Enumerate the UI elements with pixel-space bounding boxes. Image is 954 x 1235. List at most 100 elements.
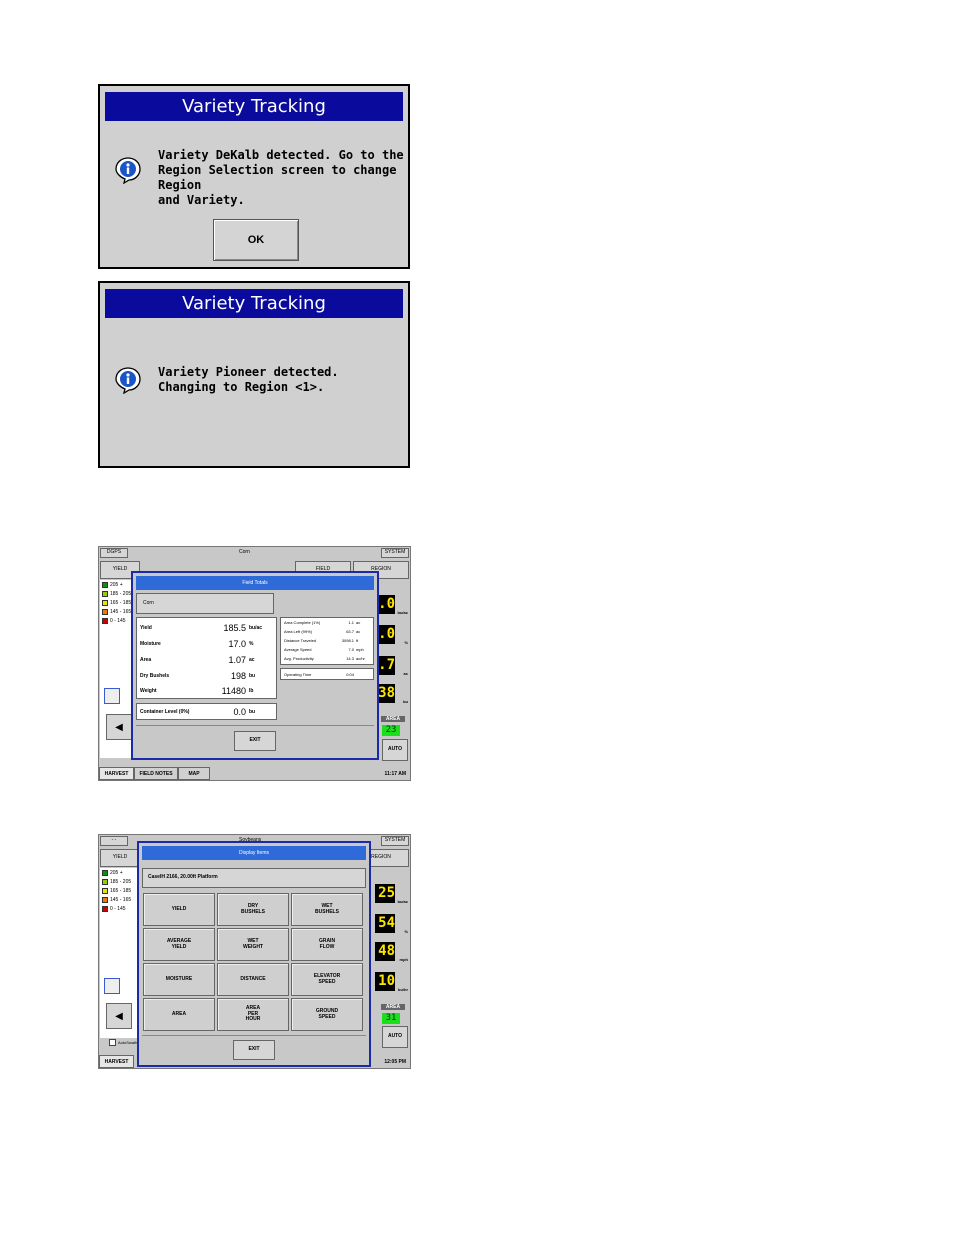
legend-item: 165 - 185 [102, 888, 131, 894]
area-label: AREA [381, 1004, 405, 1010]
display-item-area-per-hour[interactable]: AREA PER HOUR [217, 998, 289, 1031]
legend-item: 145 - 165 [102, 609, 131, 615]
legend-swatch [102, 870, 108, 876]
dialog-message: Variety DeKalb detected. Go to the Regio… [158, 148, 404, 207]
display-item-distance[interactable]: DISTANCE [217, 963, 289, 996]
dialog-message: Variety Pioneer detected. Changing to Re… [158, 365, 339, 394]
legend-swatch [102, 591, 108, 597]
autoswath-checkbox[interactable]: AutoSwath [109, 1039, 137, 1046]
legend-swatch [102, 618, 108, 624]
tab-harvest[interactable]: HARVEST [99, 1055, 134, 1068]
field-stats-box: Area Complete (1%) 1.1 ac Area Left (99%) 6… [280, 617, 374, 665]
container-row: Container Level (0%) 0.0 bu [140, 707, 256, 717]
crop-label: Corn [239, 549, 250, 555]
total-row: Dry Bushels 198 bu [140, 671, 256, 681]
map-zoom-icon[interactable] [104, 978, 120, 994]
legend-item: 205 + [102, 582, 123, 588]
legend-item: 0 - 145 [102, 906, 126, 912]
lcd-unit: mph [399, 957, 408, 962]
tab-harvest[interactable]: HARVEST [99, 767, 134, 780]
stat-row: Average Speed 7.0 mph [284, 647, 364, 652]
legend-item: 185 - 205 [102, 591, 131, 597]
lcd-unit: % [404, 929, 408, 934]
exit-button[interactable]: EXIT [233, 1040, 275, 1060]
display-item-average-yield[interactable]: AVERAGE YIELD [143, 928, 215, 961]
system-button[interactable]: SYSTEM [381, 548, 409, 558]
auto-button[interactable]: AUTO [382, 739, 408, 761]
system-button[interactable]: SYSTEM [381, 836, 409, 846]
lcd-unit: bu [403, 699, 408, 704]
totals-box: Yield 185.5 bu/ac Moisture 17.0% Area 1.07 ac… [136, 617, 277, 699]
display-item-wet-weight[interactable]: WET WEIGHT [217, 928, 289, 961]
crop-select-button[interactable]: Corn [136, 593, 274, 614]
container-level-box: Container Level (0%) 0.0 bu [136, 703, 277, 720]
stat-row: Operating Time 0:04 [284, 672, 354, 677]
dialog-title: Variety Tracking [105, 289, 403, 318]
modal-divider [136, 725, 374, 726]
area-lcd: 31 [382, 1013, 400, 1024]
area-label: AREA [381, 716, 405, 722]
modal-title: Display Items [142, 846, 366, 860]
display-item-wet-bushels[interactable]: WET BUSHELS [291, 893, 363, 926]
stat-row: Area Complete (1%) 1.1 ac [284, 620, 361, 625]
clock: 12:05 PM [384, 1059, 406, 1065]
display-item-yield[interactable]: YIELD [143, 893, 215, 926]
legend-swatch [102, 609, 108, 615]
variety-tracking-dialog-1: Variety Tracking Variety DeKalb detected… [98, 84, 410, 269]
gps-status-button[interactable]: - - [100, 836, 128, 846]
total-row: Area 1.07 ac [140, 655, 255, 665]
field-totals-screen: DGPS Corn SYSTEM YIELD FIELD REGION 205 … [98, 546, 411, 781]
display-item-moisture[interactable]: MOISTURE [143, 963, 215, 996]
checkbox-box[interactable] [109, 1039, 116, 1046]
legend-swatch [102, 888, 108, 894]
operating-time-box: Operating Time 0:04 [280, 668, 374, 680]
legend-item: 205 + [102, 870, 123, 876]
stat-row: Distance Traveled 3098.1 ft [284, 638, 359, 643]
legend-item: 0 - 145 [102, 618, 126, 624]
lcd-unit: bu/hr [398, 987, 408, 992]
legend-swatch [102, 906, 108, 912]
display-item-grain-flow[interactable]: GRAIN FLOW [291, 928, 363, 961]
area-lcd: 23 [382, 725, 400, 736]
map-zoom-icon[interactable] [104, 688, 120, 704]
total-row: Yield 185.5 bu/ac [140, 623, 263, 633]
total-row: Moisture 17.0% [140, 639, 254, 649]
field-totals-modal: Field Totals Corn Yield 185.5 bu/ac Moistu… [131, 571, 379, 760]
display-item-dry-bushels[interactable]: DRY BUSHELS [217, 893, 289, 926]
yield-button[interactable]: YIELD [100, 849, 140, 867]
lcd-unit: ac [403, 671, 408, 676]
previous-arrow-button[interactable]: ◀ [106, 1003, 132, 1029]
lcd-unit: % [404, 640, 408, 645]
display-items-screen: - - Soybeans SYSTEM YIELD REGION 205 + 1… [98, 834, 411, 1069]
machine-config-button[interactable]: CaseIH 2166, 20.00ft Platform [142, 868, 366, 888]
total-row: Weight 11480 lb [140, 686, 254, 696]
tab-map[interactable]: MAP [178, 767, 210, 780]
legend-swatch [102, 582, 108, 588]
tab-field-notes[interactable]: FIELD NOTES [134, 767, 178, 780]
previous-arrow-button[interactable]: ◀ [106, 714, 132, 740]
info-icon [115, 157, 141, 184]
display-item-ground-speed[interactable]: GROUND SPEED [291, 998, 363, 1031]
display-item-elevator-speed[interactable]: ELEVATOR SPEED [291, 963, 363, 996]
lcd-display: 10 [375, 972, 395, 991]
modal-divider [142, 1035, 366, 1036]
info-icon [115, 367, 141, 394]
variety-tracking-dialog-2: Variety Tracking Variety Pioneer detecte… [98, 281, 410, 468]
legend-swatch [102, 600, 108, 606]
lcd-unit: bu/ac [397, 899, 408, 904]
ok-button[interactable]: OK [213, 219, 299, 261]
lcd-unit: bu/ac [397, 610, 408, 615]
dialog-title: Variety Tracking [105, 92, 403, 121]
legend-swatch [102, 879, 108, 885]
gps-status-button[interactable]: DGPS [100, 548, 128, 558]
auto-button[interactable]: AUTO [382, 1026, 408, 1048]
lcd-display: 25 [375, 884, 395, 903]
modal-title: Field Totals [136, 576, 374, 590]
display-item-area[interactable]: AREA [143, 998, 215, 1031]
stat-row: Area Left (99%) 63.7 ac [284, 629, 361, 634]
exit-button[interactable]: EXIT [234, 731, 276, 751]
display-items-modal: Display Items CaseIH 2166, 20.00ft Platf… [137, 841, 371, 1067]
stat-row: Avg. Productivity 14.3 ac/hr [284, 656, 365, 661]
legend-item: 165 - 185 [102, 600, 131, 606]
legend-item: 145 - 165 [102, 897, 131, 903]
